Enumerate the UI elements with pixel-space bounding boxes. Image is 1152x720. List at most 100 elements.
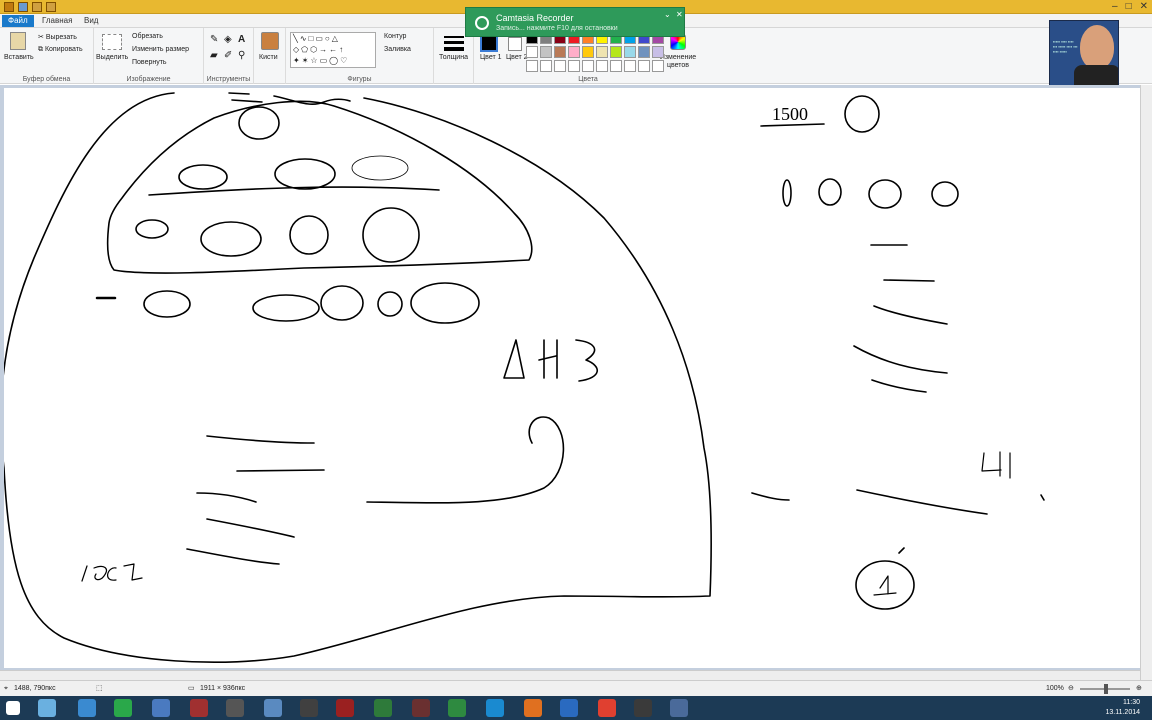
save-icon[interactable]	[18, 2, 28, 12]
right-line-7	[856, 489, 988, 515]
app-icon-11[interactable]	[560, 699, 578, 717]
rotate-button[interactable]: Повернуть	[132, 59, 167, 66]
app-icon-7[interactable]	[300, 699, 318, 717]
image-group: Выделить Обрезать Изменить размер Поверн…	[94, 28, 204, 84]
pencil-icon[interactable]: ✎	[210, 34, 218, 45]
crop-button[interactable]: Обрезать	[132, 33, 163, 40]
explorer-icon[interactable]	[38, 699, 56, 717]
app-icon-9[interactable]	[374, 699, 392, 717]
pencil-mark	[898, 547, 905, 554]
oval-10	[252, 294, 320, 322]
oval-12	[377, 291, 403, 317]
color-picker-icon[interactable]: ✐	[224, 50, 232, 61]
palette-swatch[interactable]	[554, 60, 566, 72]
start-button[interactable]	[6, 701, 20, 715]
eraser-icon[interactable]: ▰	[210, 50, 218, 61]
palette-swatch[interactable]	[554, 46, 566, 58]
app-icon-4[interactable]	[190, 699, 208, 717]
palette-swatch[interactable]	[610, 60, 622, 72]
color2-label: Цвет 2	[506, 54, 528, 61]
app-icon-5[interactable]	[226, 699, 244, 717]
presenter-face	[1080, 25, 1114, 69]
paint-taskbar-icon[interactable]	[670, 699, 688, 717]
palette-swatch[interactable]	[596, 60, 608, 72]
select-icon[interactable]	[102, 34, 122, 50]
app-icon-6[interactable]	[264, 699, 282, 717]
zoom-level: 100%	[1046, 685, 1064, 692]
resize-button[interactable]: Изменить размер	[132, 46, 189, 53]
palette-swatch[interactable]	[624, 60, 636, 72]
notification-subtitle: Запись... нажмите F10 для остановки	[496, 25, 618, 32]
underline-1500	[760, 123, 825, 127]
app-icon-8[interactable]	[336, 699, 354, 717]
fill-icon[interactable]: ◈	[224, 34, 232, 45]
brush-icon[interactable]	[261, 32, 279, 50]
chrome-icon[interactable]	[598, 699, 616, 717]
skype-icon[interactable]	[486, 699, 504, 717]
palette-swatch[interactable]	[568, 60, 580, 72]
zoom-in-button[interactable]: ⊕	[1136, 681, 1142, 697]
tab-view[interactable]: Вид	[78, 15, 104, 27]
scissors-icon: ✂	[38, 34, 46, 41]
close-button[interactable]: ✕	[1140, 1, 1148, 12]
clipboard-group: Вставить ✂ Вырезать ⧉ Копировать Буфер о…	[0, 28, 94, 84]
app-icon-2[interactable]	[114, 699, 132, 717]
shapes-gallery[interactable]: ╲∿□▭○△ ◇⬠⬡→←↑ ✦✶☆▭◯♡	[290, 32, 376, 68]
paint-app-icon[interactable]	[4, 2, 14, 12]
palette-swatch[interactable]	[638, 46, 650, 58]
paste-icon[interactable]	[10, 32, 26, 50]
camtasia-notification[interactable]: Camtasia Recorder Запись... нажмите F10 …	[465, 7, 685, 37]
horizontal-scrollbar[interactable]	[0, 670, 1140, 680]
zoom-slider-thumb[interactable]	[1104, 684, 1108, 694]
drawing-canvas[interactable]: 1500	[4, 88, 1140, 668]
color2-swatch[interactable]	[508, 37, 522, 51]
palette-swatch[interactable]	[526, 46, 538, 58]
select-button[interactable]: Выделить	[96, 54, 128, 61]
webcam-text: ▪▪▪▪▪ ▪▪▪▪ ▪▪▪▪ ▪▪▪ ▪▪▪▪▪ ▪▪▪▪ ▪▪▪ ▪▪▪▪ …	[1053, 39, 1078, 54]
fill-button[interactable]: Заливка	[384, 46, 411, 53]
image-size: 1911 × 936пкс	[200, 685, 246, 692]
app-icon-1[interactable]	[78, 699, 96, 717]
cut-button[interactable]: ✂ Вырезать	[38, 33, 77, 41]
palette-swatch[interactable]	[582, 60, 594, 72]
palette-swatch[interactable]	[568, 46, 580, 58]
palette-swatch[interactable]	[596, 46, 608, 58]
zoom-out-button[interactable]: ⊖	[1068, 681, 1074, 697]
palette-swatch[interactable]	[652, 46, 664, 58]
tab-home[interactable]: Главная	[36, 15, 78, 27]
tab-file[interactable]: Файл	[2, 15, 34, 27]
redo-icon[interactable]	[46, 2, 56, 12]
outline-button[interactable]: Контур	[384, 33, 406, 40]
copy-button[interactable]: ⧉ Копировать	[38, 46, 83, 54]
thickness-button[interactable]: Толщина	[439, 54, 468, 61]
undo-icon[interactable]	[32, 2, 42, 12]
close-icon[interactable]: ✕	[676, 10, 683, 19]
thickness-icon[interactable]	[444, 36, 464, 38]
maximize-button[interactable]: □	[1126, 1, 1132, 12]
camtasia-taskbar-icon[interactable]	[448, 699, 466, 717]
app-icon-12[interactable]	[634, 699, 652, 717]
palette-swatch[interactable]	[638, 60, 650, 72]
text-icon[interactable]: A	[238, 34, 245, 45]
palette-swatch[interactable]	[540, 60, 552, 72]
paste-button[interactable]: Вставить	[4, 54, 34, 61]
palette-swatch[interactable]	[652, 60, 664, 72]
magnifier-icon[interactable]: ⚲	[238, 50, 245, 61]
clock[interactable]: 11:30 13.11.2014	[1105, 698, 1140, 718]
minimize-button[interactable]: –	[1112, 1, 1118, 12]
edit-colors-button[interactable]: Изменение цветов	[658, 54, 698, 70]
app-icon-10[interactable]	[412, 699, 430, 717]
right-line-6	[751, 492, 790, 501]
hand-4	[981, 451, 1011, 479]
firefox-icon[interactable]	[524, 699, 542, 717]
palette-swatch[interactable]	[624, 46, 636, 58]
vertical-scrollbar[interactable]	[1140, 85, 1152, 680]
palette-swatch[interactable]	[540, 46, 552, 58]
oval-right-top	[844, 95, 880, 133]
brushes-button[interactable]: Кисти	[259, 54, 278, 61]
palette-swatch[interactable]	[610, 46, 622, 58]
palette-swatch[interactable]	[582, 46, 594, 58]
app-icon-3[interactable]	[152, 699, 170, 717]
palette-swatch[interactable]	[526, 60, 538, 72]
chevron-down-icon[interactable]: ⌄	[664, 10, 671, 19]
